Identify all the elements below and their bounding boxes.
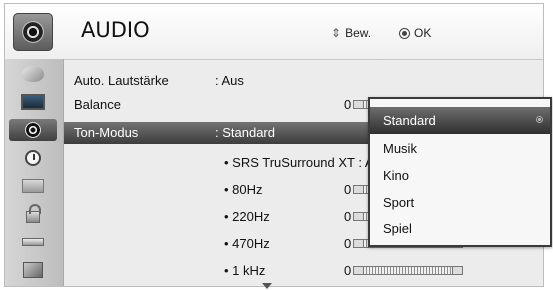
dropdown-option-spiel[interactable]: Spiel [370, 215, 550, 242]
menu-header: AUDIO ⇕ Bew. OK [5, 4, 543, 60]
slider-left-cap [354, 213, 364, 220]
setting-sub-label: • 80Hz [224, 182, 263, 197]
setting-number: 0 [344, 97, 352, 112]
selected-indicator-icon [536, 116, 543, 123]
audio-header-icon [13, 13, 53, 51]
usb-icon [22, 238, 44, 246]
setting-number: 0 [344, 263, 352, 278]
slider-left-cap [354, 186, 364, 193]
ok-hint: OK [399, 26, 431, 40]
setting-auto-volume[interactable]: Auto. Lautstärke : Aus [64, 70, 543, 92]
audio-icon [25, 122, 41, 138]
scroll-down-icon[interactable] [262, 283, 272, 289]
slider-left-cap [354, 267, 364, 274]
sidebar-item-audio[interactable] [9, 119, 57, 141]
case-icon [22, 179, 44, 193]
setting-label: Auto. Lautstärke [74, 73, 169, 88]
dropdown-option-sport[interactable]: Sport [370, 189, 550, 216]
satellite-icon [22, 66, 44, 82]
sidebar-item-options[interactable] [13, 175, 53, 197]
sound-mode-dropdown: Standard Musik Kino Sport Spiel [368, 97, 552, 247]
tv-icon [21, 94, 45, 110]
option-label: Spiel [383, 221, 412, 236]
setting-label: Ton-Modus [74, 125, 139, 140]
sidebar-item-photo[interactable] [13, 259, 53, 281]
ok-button-icon [399, 27, 410, 39]
slider-left-cap [354, 101, 364, 108]
move-hint-label: Bew. [345, 26, 372, 40]
sidebar-item-satellite[interactable] [13, 63, 53, 85]
dropdown-option-musik[interactable]: Musik [370, 135, 550, 162]
setting-eq-1khz[interactable]: • 1 kHz 0 [64, 260, 543, 282]
ok-hint-label: OK [414, 26, 432, 40]
option-label: Kino [383, 168, 410, 183]
setting-sub-label: • 220Hz [224, 209, 270, 224]
clock-icon [25, 150, 41, 166]
option-label: Sport [383, 195, 415, 210]
option-label: Musik [383, 141, 417, 156]
photo-icon [23, 262, 43, 278]
sidebar-item-input[interactable] [13, 231, 53, 253]
setting-value: : Aus [215, 73, 244, 88]
option-label: Standard [383, 113, 436, 128]
category-sidebar [5, 59, 64, 286]
setting-sub-label: • 1 kHz [224, 263, 266, 278]
lock-icon [26, 203, 41, 223]
setting-sub-label: • SRS TruSurround XT : Aus [224, 155, 388, 170]
setting-sub-label: • 470Hz [224, 236, 270, 251]
setting-number: 0 [344, 209, 352, 224]
dropdown-option-kino[interactable]: Kino [370, 162, 550, 189]
setting-label: Balance [74, 97, 121, 112]
slider-left-cap [354, 240, 364, 247]
page-title: AUDIO [81, 18, 150, 42]
setting-number: 0 [344, 236, 352, 251]
navigate-arrows-icon: ⇕ [331, 26, 342, 40]
speaker-icon [22, 21, 44, 43]
eq-1khz-slider[interactable] [353, 266, 463, 275]
setting-value: : Standard [215, 125, 275, 140]
slider-right-cap [452, 267, 462, 274]
dropdown-option-standard[interactable]: Standard [370, 107, 550, 134]
sidebar-item-picture[interactable] [13, 91, 53, 113]
sidebar-item-lock[interactable] [13, 203, 53, 225]
move-hint: ⇕ Bew. [331, 26, 371, 40]
setting-number: 0 [344, 182, 352, 197]
sidebar-item-time[interactable] [13, 147, 53, 169]
